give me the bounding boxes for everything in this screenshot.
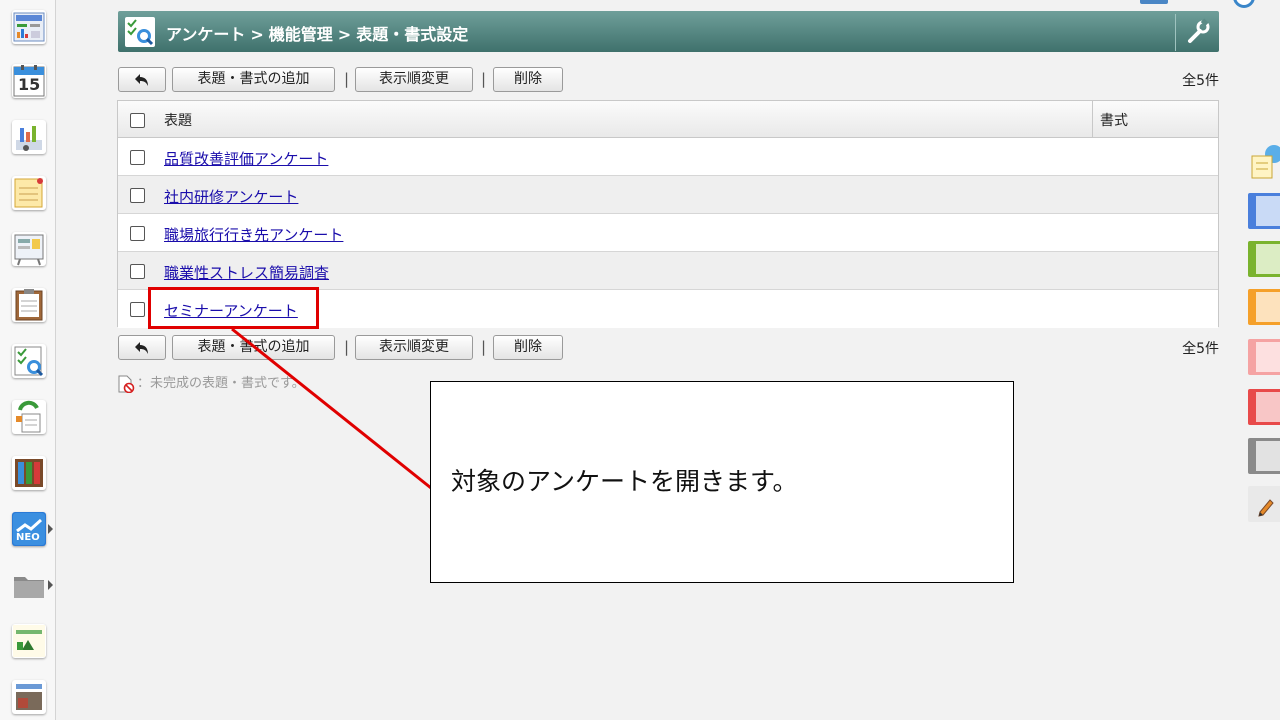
top-toolbar-icon[interactable] — [1140, 0, 1168, 4]
item-count: 全5件 — [1182, 73, 1219, 89]
toolbar-separator: | — [481, 70, 487, 88]
row-title-link[interactable]: 社内研修アンケート — [164, 186, 298, 207]
right-memo-icon[interactable] — [1250, 142, 1280, 180]
column-divider — [1092, 101, 1093, 138]
folder-icon[interactable] — [12, 568, 46, 602]
legend-text: ：未完成の表題・書式です。 — [137, 376, 305, 391]
toolbar-separator: | — [481, 338, 487, 356]
table-row: 品質改善評価アンケート — [118, 138, 1218, 176]
breadcrumb-item-survey[interactable]: アンケート — [166, 25, 245, 44]
calendar-day: 15 — [18, 75, 41, 94]
row-title-link[interactable]: 品質改善評価アンケート — [164, 148, 328, 169]
folder-expand-arrow-icon[interactable] — [48, 580, 53, 590]
cabinet-icon[interactable] — [12, 456, 46, 490]
workflow-icon[interactable] — [12, 400, 46, 434]
delete-button[interactable]: 削除 — [493, 67, 563, 92]
delete-button[interactable]: 削除 — [493, 335, 563, 360]
select-all-checkbox[interactable] — [130, 113, 145, 128]
row-title-link[interactable]: 職場旅行行き先アンケート — [164, 224, 343, 245]
right-tab-blue[interactable] — [1248, 193, 1280, 229]
table-row: 社内研修アンケート — [118, 176, 1218, 214]
clipboard-icon[interactable] — [12, 288, 46, 322]
back-button[interactable] — [118, 67, 166, 92]
column-header-format: 書式 — [1100, 113, 1128, 129]
change-order-button[interactable]: 表示順変更 — [355, 67, 473, 92]
back-button[interactable] — [118, 335, 166, 360]
right-tab-green[interactable] — [1248, 241, 1280, 277]
row-checkbox[interactable] — [130, 188, 145, 203]
custom-app-icon-2[interactable] — [12, 680, 46, 714]
change-order-button[interactable]: 表示順変更 — [355, 335, 473, 360]
breadcrumb: アンケート > 機能管理 > 表題・書式設定 — [166, 21, 468, 45]
callout-text: 対象のアンケートを開きます。 — [451, 467, 798, 496]
page-header: アンケート > 機能管理 > 表題・書式設定 — [118, 11, 1219, 52]
right-tab-red[interactable] — [1248, 389, 1280, 425]
memo-icon[interactable] — [12, 176, 46, 210]
legend-note: ：未完成の表題・書式です。 — [117, 372, 305, 393]
table-row: 職場旅行行き先アンケート — [118, 214, 1218, 252]
neo-app-icon[interactable]: NEO — [12, 512, 46, 546]
breadcrumb-separator: > — [250, 25, 264, 44]
item-count: 全5件 — [1182, 341, 1219, 357]
row-title-link[interactable]: 職業性ストレス簡易調査 — [164, 262, 329, 283]
top-help-icon[interactable] — [1233, 0, 1255, 8]
header-divider — [1175, 14, 1176, 51]
callout-box: 対象のアンケートを開きます。 — [430, 381, 1014, 583]
neo-label: NEO — [16, 532, 40, 543]
row-checkbox[interactable] — [130, 226, 145, 241]
add-title-format-button[interactable]: 表題・書式の追加 — [172, 67, 335, 92]
right-tab-orange[interactable] — [1248, 289, 1280, 325]
breadcrumb-item-admin[interactable]: 機能管理 — [269, 25, 333, 44]
breadcrumb-item-current: 表題・書式設定 — [356, 25, 469, 44]
right-tab-gray[interactable] — [1248, 438, 1280, 474]
portal-icon[interactable] — [12, 10, 46, 44]
incomplete-document-icon — [117, 375, 135, 393]
back-arrow-icon — [135, 342, 148, 354]
toolbar-separator: | — [344, 70, 350, 88]
chart-report-icon[interactable] — [12, 120, 46, 154]
breadcrumb-separator: > — [337, 25, 352, 44]
toolbar-bottom: 表題・書式の追加 | 表示順変更 | 削除 全5件 — [118, 335, 1219, 361]
bulletin-board-icon[interactable] — [12, 232, 46, 266]
right-pencil-icon[interactable] — [1248, 486, 1280, 522]
back-arrow-icon — [135, 74, 148, 86]
row-checkbox[interactable] — [130, 302, 145, 317]
toolbar-separator: | — [344, 338, 350, 356]
right-tab-pink[interactable] — [1248, 339, 1280, 375]
calendar-icon[interactable]: 15 — [12, 64, 46, 98]
table-row: 職業性ストレス簡易調査 — [118, 252, 1218, 290]
toolbar-top: 表題・書式の追加 | 表示順変更 | 削除 全5件 — [118, 67, 1219, 93]
row-checkbox[interactable] — [130, 264, 145, 279]
row-checkbox[interactable] — [130, 150, 145, 165]
column-header-title: 表題 — [164, 113, 192, 129]
highlight-box — [148, 287, 319, 329]
add-title-format-button[interactable]: 表題・書式の追加 — [172, 335, 335, 360]
survey-icon[interactable] — [12, 344, 46, 378]
custom-app-icon-1[interactable] — [12, 624, 46, 658]
survey-app-icon — [125, 17, 155, 47]
settings-wrench-icon[interactable] — [1180, 14, 1216, 50]
app-sidebar: 15 NEO — [0, 0, 56, 720]
neo-expand-arrow-icon[interactable] — [48, 524, 53, 534]
table-header: 表題 書式 — [118, 101, 1218, 138]
